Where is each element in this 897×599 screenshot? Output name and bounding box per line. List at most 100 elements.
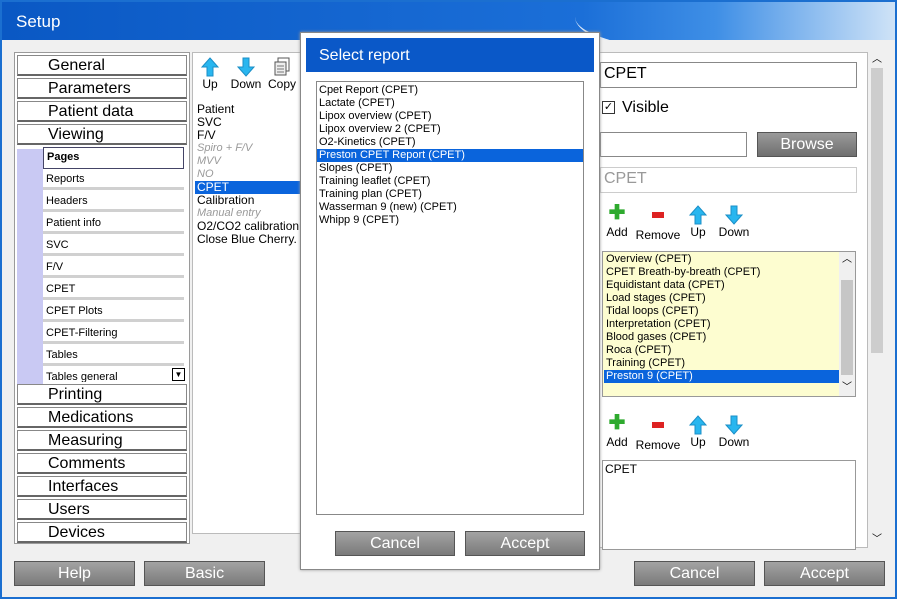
dropdown-arrow-icon[interactable]: ▼ xyxy=(172,368,185,381)
pages-panel: Up Down Copy Patient SVC F/V Spiro + F/V MVV… xyxy=(192,52,302,534)
dialog-cancel-button[interactable]: Cancel xyxy=(335,531,455,556)
subitem-headers[interactable]: Headers xyxy=(43,192,184,212)
page-list-item[interactable]: F/V xyxy=(195,129,301,142)
subitem-cpet-filtering[interactable]: CPET-Filtering xyxy=(43,324,184,344)
add-item-label: Add xyxy=(606,435,628,449)
report-tab-item[interactable]: Roca (CPET) xyxy=(604,344,839,357)
subitem-tables-general[interactable]: Tables general xyxy=(43,368,184,382)
report-tab-item[interactable]: Blood gases (CPET) xyxy=(604,331,839,344)
subitem-pages[interactable]: Pages xyxy=(43,147,184,169)
copy-tool[interactable]: Copy xyxy=(266,57,298,91)
main-scrollbar[interactable]: ︿ ﹀ xyxy=(869,52,885,548)
subitem-patient-info[interactable]: Patient info xyxy=(43,214,184,234)
report-item[interactable]: O2-Kinetics (CPET) xyxy=(317,136,583,149)
report-tab-item[interactable]: Interpretation (CPET) xyxy=(604,318,839,331)
up-tab-label: Up xyxy=(690,225,706,239)
subitem-reports[interactable]: Reports xyxy=(43,170,184,190)
subitem-cpet[interactable]: CPET xyxy=(43,280,184,300)
minus-icon xyxy=(652,212,664,218)
main-scroll-down-icon[interactable]: ﹀ xyxy=(869,532,885,548)
report-item[interactable]: Cpet Report (CPET) xyxy=(317,84,583,97)
viewing-indent xyxy=(17,149,43,399)
report-item[interactable]: Slopes (CPET) xyxy=(317,162,583,175)
subitem-tables[interactable]: Tables xyxy=(43,346,184,366)
category-parameters[interactable]: Parameters xyxy=(17,78,187,99)
minus-icon xyxy=(652,422,664,428)
report-item[interactable]: Preston CPET Report (CPET) xyxy=(317,149,583,162)
report-tab-item[interactable]: Equidistant data (CPET) xyxy=(604,279,839,292)
bottom-list[interactable]: CPET xyxy=(602,460,856,550)
subitem-cpet-plots[interactable]: CPET Plots xyxy=(43,302,184,322)
window-title: Setup xyxy=(16,12,61,31)
subitem-svc[interactable]: SVC xyxy=(43,236,184,256)
add-label: Add xyxy=(606,225,628,239)
up-tool[interactable]: Up xyxy=(197,57,223,91)
report-item[interactable]: Lactate (CPET) xyxy=(317,97,583,110)
up-arrow-icon xyxy=(201,57,219,77)
scroll-down-icon[interactable]: ﹀ xyxy=(839,380,855,396)
subitem-fv[interactable]: F/V xyxy=(43,258,184,278)
help-button[interactable]: Help xyxy=(14,561,135,586)
copy-icon xyxy=(274,57,290,76)
dialog-accept-button[interactable]: Accept xyxy=(465,531,585,556)
select-report-dialog: Select report Cpet Report (CPET) Lactate … xyxy=(300,32,600,570)
scroll-thumb[interactable] xyxy=(841,280,853,375)
visible-label: Visible xyxy=(622,99,669,116)
down-item-tool[interactable]: Down xyxy=(709,415,759,449)
down-tool[interactable]: Down xyxy=(229,57,263,91)
report-tab-item[interactable]: Preston 9 (CPET) xyxy=(604,370,839,383)
file-field[interactable] xyxy=(600,132,747,157)
bottom-list-item[interactable]: CPET xyxy=(603,461,855,476)
category-printing[interactable]: Printing xyxy=(17,384,187,405)
report-tab-item[interactable]: Overview (CPET) xyxy=(604,253,839,266)
up-arrow-icon xyxy=(689,415,707,435)
up-item-label: Up xyxy=(690,435,706,449)
dialog-title: Select report xyxy=(306,38,594,72)
category-panel: General Parameters Patient data Viewing … xyxy=(14,52,190,544)
title-decoration xyxy=(575,2,895,40)
report-item[interactable]: Training plan (CPET) xyxy=(317,188,583,201)
category-measuring[interactable]: Measuring xyxy=(17,430,187,451)
category-users[interactable]: Users xyxy=(17,499,187,520)
basic-button[interactable]: Basic xyxy=(144,561,265,586)
page-name-field[interactable]: CPET xyxy=(600,167,857,193)
report-item[interactable]: Lipox overview (CPET) xyxy=(317,110,583,123)
down-tab-tool[interactable]: Down xyxy=(709,205,759,239)
report-item[interactable]: Whipp 9 (CPET) xyxy=(317,214,583,227)
footer-accept-button[interactable]: Accept xyxy=(764,561,885,586)
page-list-item[interactable]: Close Blue Cherry. xyxy=(195,233,301,246)
down-arrow-icon xyxy=(725,415,743,435)
report-tab-item[interactable]: CPET Breath-by-breath (CPET) xyxy=(604,266,839,279)
report-item[interactable]: Lipox overview 2 (CPET) xyxy=(317,123,583,136)
report-tab-item[interactable]: Training (CPET) xyxy=(604,357,839,370)
category-devices[interactable]: Devices xyxy=(17,522,187,543)
page-list-item[interactable]: Calibration xyxy=(195,194,301,207)
browse-button[interactable]: Browse xyxy=(757,132,857,157)
down-arrow-icon xyxy=(725,205,743,225)
report-tabs-list[interactable]: Overview (CPET) CPET Breath-by-breath (CP… xyxy=(602,251,856,397)
pages-list[interactable]: Patient SVC F/V Spiro + F/V MVV NO CPET Calibra… xyxy=(195,103,301,246)
report-list[interactable]: Cpet Report (CPET) Lactate (CPET) Lipox ov… xyxy=(316,81,584,515)
main-scroll-thumb[interactable] xyxy=(871,68,883,353)
page-list-item[interactable]: MVV xyxy=(195,155,301,168)
footer-cancel-button[interactable]: Cancel xyxy=(634,561,755,586)
down-item-label: Down xyxy=(718,435,750,449)
category-interfaces[interactable]: Interfaces xyxy=(17,476,187,497)
main-scroll-up-icon[interactable]: ︿ xyxy=(869,52,885,68)
report-tab-item[interactable]: Load stages (CPET) xyxy=(604,292,839,305)
category-general[interactable]: General xyxy=(17,55,187,76)
down-label: Down xyxy=(230,77,262,91)
tabs-scrollbar[interactable]: ︿ ﹀ xyxy=(839,252,855,396)
down-arrow-icon xyxy=(237,57,255,77)
category-medications[interactable]: Medications xyxy=(17,407,187,428)
report-tab-item[interactable]: Tidal loops (CPET) xyxy=(604,305,839,318)
report-item[interactable]: Training leaflet (CPET) xyxy=(317,175,583,188)
category-comments[interactable]: Comments xyxy=(17,453,187,474)
report-item[interactable]: Wasserman 9 (new) (CPET) xyxy=(317,201,583,214)
category-viewing[interactable]: Viewing xyxy=(17,124,187,145)
page-list-item[interactable]: Spiro + F/V xyxy=(195,142,301,155)
category-patient-data[interactable]: Patient data xyxy=(17,101,187,122)
name-field[interactable]: CPET xyxy=(600,62,857,88)
visible-checkbox[interactable]: ✓ xyxy=(602,101,615,114)
scroll-up-icon[interactable]: ︿ xyxy=(839,252,855,268)
